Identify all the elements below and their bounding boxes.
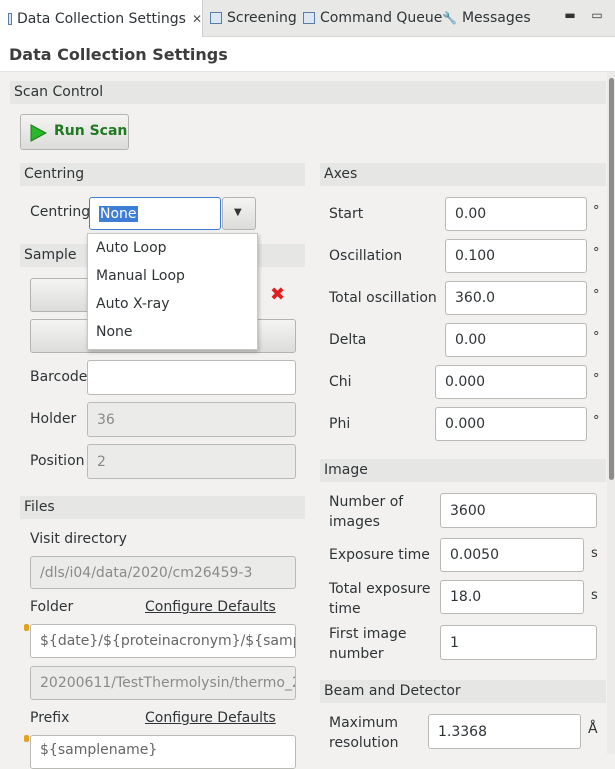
folder-resolved-field: 20200611/TestThermolysin/thermo_2 xyxy=(30,666,296,700)
degree-unit: ° xyxy=(593,288,600,303)
barcode-input[interactable] xyxy=(87,360,296,395)
phi-label: Phi xyxy=(329,416,351,432)
delta-label: Delta xyxy=(329,332,367,348)
scan-control-header: Scan Control xyxy=(10,81,606,104)
beam-detector-header: Beam and Detector xyxy=(320,680,606,703)
centring-label: Centring xyxy=(30,204,91,220)
menu-item-auto-loop[interactable]: Auto Loop xyxy=(96,240,167,256)
first-image-number-label: First image number xyxy=(329,626,407,662)
chi-label: Chi xyxy=(329,374,352,390)
tab-screening[interactable]: Screening xyxy=(210,0,297,36)
folder-template-input[interactable]: ${date}/${proteinacronym}/${samplena xyxy=(30,624,296,658)
degree-unit: ° xyxy=(593,204,600,219)
tab-data-collection-settings[interactable]: Data Collection Settings ✕ xyxy=(0,0,203,37)
holder-label: Holder xyxy=(30,411,77,427)
total-oscillation-input[interactable]: 360.0 xyxy=(445,281,587,315)
degree-unit: ° xyxy=(593,372,600,387)
start-input[interactable]: 0.00 xyxy=(445,197,587,231)
info-marker-icon xyxy=(24,624,29,631)
position-label: Position xyxy=(30,453,85,469)
chevron-down-icon: ▼ xyxy=(234,207,242,218)
prefix-configure-defaults-link[interactable]: Configure Defaults xyxy=(145,710,276,726)
angstrom-unit: Å xyxy=(588,721,598,737)
visit-directory-field: /dls/i04/data/2020/cm26459-3 xyxy=(30,556,296,589)
start-label: Start xyxy=(329,206,364,222)
play-icon xyxy=(30,124,47,142)
maximize-icon[interactable]: ▭ xyxy=(590,8,604,22)
centring-dropdown-button[interactable]: ▼ xyxy=(222,197,256,230)
number-of-images-label: Number of images xyxy=(329,494,404,530)
minimize-icon[interactable]: ▬ xyxy=(563,8,577,22)
scrollbar-thumb[interactable] xyxy=(609,78,614,480)
view-icon xyxy=(210,12,222,24)
view-icon xyxy=(8,12,12,25)
menu-item-manual-loop[interactable]: Manual Loop xyxy=(96,268,185,284)
maximum-resolution-label: Maximum resolution xyxy=(329,715,399,751)
seconds-unit: s xyxy=(591,588,598,603)
sample-select-button[interactable] xyxy=(30,278,90,312)
folder-configure-defaults-link[interactable]: Configure Defaults xyxy=(145,599,276,615)
position-field: 2 xyxy=(87,444,296,479)
oscillation-input[interactable]: 0.100 xyxy=(445,239,587,273)
editor-tab-bar: Data Collection Settings ✕ Screening Com… xyxy=(0,0,615,37)
tab-messages[interactable]: 🔧 Messages xyxy=(442,0,531,36)
seconds-unit: s xyxy=(591,546,598,561)
oscillation-label: Oscillation xyxy=(329,248,403,264)
exposure-time-label: Exposure time xyxy=(329,547,430,563)
degree-unit: ° xyxy=(593,246,600,261)
exposure-time-input[interactable]: 0.0050 xyxy=(440,538,584,572)
visit-directory-label: Visit directory xyxy=(30,531,127,547)
degree-unit: ° xyxy=(593,414,600,429)
folder-label: Folder xyxy=(30,599,74,615)
run-scan-button[interactable]: Run Scan xyxy=(20,114,129,150)
delta-input[interactable]: 0.00 xyxy=(445,323,587,357)
total-exposure-time-field[interactable]: 18.0 xyxy=(440,580,584,614)
view-title-bar: Data Collection Settings xyxy=(0,37,615,72)
tab-command-queue[interactable]: Command Queue xyxy=(303,0,442,36)
close-tab-icon[interactable]: ✕ xyxy=(192,12,202,26)
number-of-images-input[interactable]: 3600 xyxy=(440,493,597,528)
total-exposure-time-label: Total exposure time xyxy=(329,581,431,617)
prefix-label: Prefix xyxy=(30,710,70,726)
files-header: Files xyxy=(20,496,305,519)
total-oscillation-label: Total oscillation xyxy=(329,290,437,306)
chi-input[interactable]: 0.000 xyxy=(435,365,587,399)
queue-icon xyxy=(303,12,315,24)
prefix-template-input[interactable]: ${samplename} xyxy=(30,735,296,769)
menu-item-none[interactable]: None xyxy=(96,324,133,340)
barcode-label: Barcode xyxy=(30,369,88,385)
phi-input[interactable]: 0.000 xyxy=(435,407,587,441)
menu-item-auto-x-ray[interactable]: Auto X-ray xyxy=(96,296,170,312)
centring-dropdown-menu: Auto Loop Manual Loop Auto X-ray None xyxy=(87,233,258,350)
info-marker-icon xyxy=(24,735,29,742)
degree-unit: ° xyxy=(593,330,600,345)
centring-header: Centring xyxy=(20,163,305,186)
holder-field: 36 xyxy=(87,402,296,437)
image-header: Image xyxy=(320,459,606,482)
first-image-number-input[interactable]: 1 xyxy=(440,625,597,660)
wrench-icon: 🔧 xyxy=(442,11,457,25)
maximum-resolution-input[interactable]: 1.3368 xyxy=(428,714,581,749)
remove-icon[interactable]: ✖ xyxy=(270,284,285,305)
axes-header: Axes xyxy=(320,163,606,186)
centring-combo-field[interactable]: None xyxy=(89,197,221,230)
page-title: Data Collection Settings xyxy=(9,45,228,64)
